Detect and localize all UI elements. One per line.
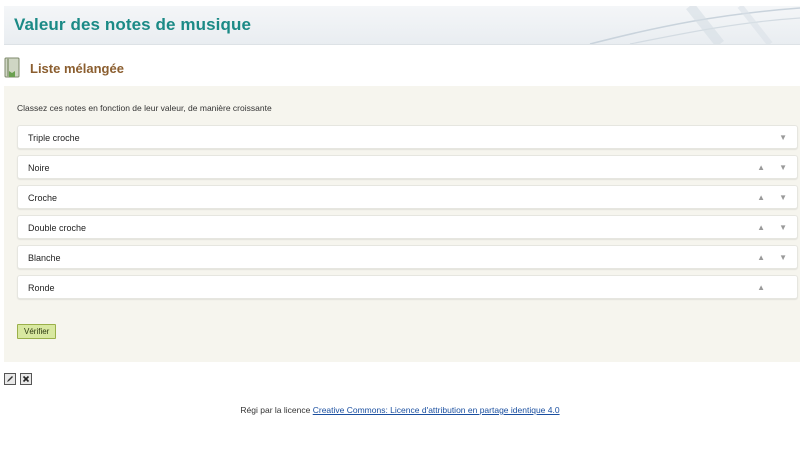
page-title: Valeur des notes de musique [14,15,251,34]
list-item[interactable]: Blanche ▲ ▼ [17,245,798,269]
move-up-icon[interactable]: ▲ [757,283,765,293]
license-link[interactable]: Creative Commons: Licence d'attribution … [313,405,560,415]
list-item-label: Croche [28,193,58,203]
book-icon [4,57,20,78]
section-header: Liste mélangée [4,56,124,80]
sortable-list: Triple croche ▼ Noire ▲ ▼ Croche ▲ ▼ Dou… [17,125,798,305]
move-down-icon[interactable]: ▼ [779,193,787,203]
page-header: Valeur des notes de musique [4,6,800,45]
move-up-icon[interactable]: ▲ [757,223,765,233]
section-title: Liste mélangée [30,60,124,76]
list-item[interactable]: Noire ▲ ▼ [17,155,798,179]
move-down-icon[interactable]: ▼ [779,223,787,233]
pencil-icon[interactable] [4,373,16,385]
delete-icon[interactable] [20,373,32,385]
license-prefix: Régi par la licence [240,405,311,415]
license-footer: Régi par la licence Creative Commons: Li… [0,405,800,415]
list-item-label: Ronde [28,283,55,293]
list-item[interactable]: Ronde ▲ [17,275,798,299]
move-up-icon[interactable]: ▲ [757,193,765,203]
activity-panel: Classez ces notes en fonction de leur va… [4,86,800,362]
header-decoration [589,6,800,44]
list-item[interactable]: Croche ▲ ▼ [17,185,798,209]
move-down-icon[interactable]: ▼ [779,253,787,263]
move-down-icon[interactable]: ▼ [779,163,787,173]
move-up-icon[interactable]: ▲ [757,253,765,263]
list-item[interactable]: Double croche ▲ ▼ [17,215,798,239]
move-up-icon[interactable]: ▲ [757,163,765,173]
list-item-label: Double croche [28,223,87,233]
instruction-text: Classez ces notes en fonction de leur va… [17,103,272,113]
list-item[interactable]: Triple croche ▼ [17,125,798,149]
move-down-icon[interactable]: ▼ [779,133,787,143]
check-button[interactable]: Vérifier [17,324,57,339]
list-item-label: Blanche [28,253,61,263]
list-item-label: Triple croche [28,133,80,143]
idevice-tools [4,373,32,385]
list-item-label: Noire [28,163,50,173]
